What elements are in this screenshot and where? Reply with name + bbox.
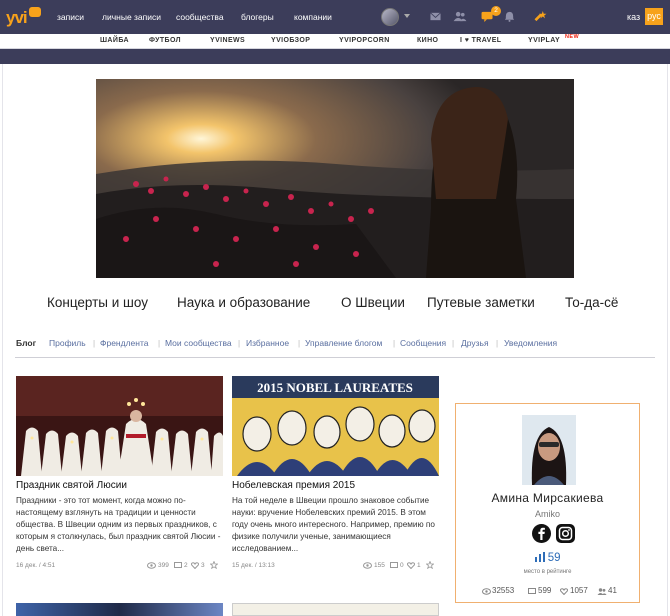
- category-travel-notes[interactable]: Путевые заметки: [427, 295, 535, 310]
- heart-icon[interactable]: [407, 562, 415, 569]
- tab-separator: |: [93, 339, 96, 348]
- category-sweden[interactable]: О Швеции: [341, 295, 405, 310]
- section-yviplay[interactable]: YVIPLAY: [528, 37, 560, 44]
- views-icon: [482, 588, 491, 595]
- rating-bars-icon: [534, 552, 545, 562]
- profile-name[interactable]: Амина Мирсакиева: [456, 491, 639, 505]
- tabs-divider: [15, 357, 655, 358]
- header-band: [0, 49, 670, 64]
- star-icon[interactable]: [426, 561, 434, 569]
- profile-posts: 599: [538, 586, 552, 595]
- tab-blog[interactable]: Блог: [16, 338, 36, 348]
- post-image-nobel[interactable]: 2015 NOBEL LAUREATES: [232, 376, 439, 476]
- tab-separator: |: [158, 339, 161, 348]
- lang-kaz[interactable]: каз: [627, 12, 640, 22]
- tab-separator: |: [452, 339, 455, 348]
- post-image-lucia[interactable]: [16, 376, 223, 476]
- top-bar: yvi записи личные записи сообщества блог…: [0, 0, 670, 34]
- tab-favorites[interactable]: Избранное: [246, 338, 289, 348]
- post-comments: 2: [184, 562, 188, 569]
- post-excerpt: Праздники - это тот момент, когда можно …: [16, 496, 221, 553]
- profile-card: Амина Мирсакиева Amiko 59 место в рейтин…: [455, 403, 640, 603]
- section-football[interactable]: ФУТБОЛ: [149, 37, 181, 44]
- comment-icon: [390, 562, 398, 568]
- views-icon: [147, 562, 156, 569]
- profile-likes: 1057: [570, 586, 588, 595]
- nobel-caption: 2015 NOBEL LAUREATES: [257, 380, 413, 395]
- post-likes: 3: [201, 562, 205, 569]
- friends-icon[interactable]: [453, 11, 467, 22]
- heart-icon: [560, 588, 568, 595]
- post-likes: 1: [417, 562, 421, 569]
- rating-block[interactable]: 59: [456, 552, 639, 564]
- rating-label: место в рейтинге: [523, 569, 572, 575]
- section-shaiba[interactable]: ШАЙБА: [100, 37, 129, 44]
- post-title[interactable]: Праздник святой Люсии: [16, 480, 127, 491]
- add-post-icon[interactable]: [533, 11, 548, 22]
- profile-views: 32553: [492, 586, 515, 595]
- comment-icon: [174, 562, 182, 568]
- tab-separator: |: [496, 339, 499, 348]
- section-nav: ШАЙБА ФУТБОЛ YVINEWS YVIОБЗОР YVIPOPCORN…: [0, 34, 670, 49]
- profile-photo[interactable]: [522, 415, 576, 485]
- chevron-down-icon[interactable]: [404, 14, 410, 19]
- tab-separator: |: [238, 339, 241, 348]
- rating-value: 59: [547, 552, 561, 564]
- views-icon: [363, 562, 372, 569]
- category-science[interactable]: Наука и образование: [177, 295, 310, 310]
- posts-icon: [528, 588, 536, 594]
- new-label: NEW: [565, 34, 580, 40]
- friends-icon: [597, 588, 607, 595]
- post-date: 15 дек. / 13:13: [232, 562, 275, 569]
- nav-companies[interactable]: компании: [294, 12, 332, 22]
- lang-rus[interactable]: рус: [645, 8, 663, 25]
- tab-my-communities[interactable]: Мои сообщества: [165, 338, 232, 348]
- profile-nickname: Amiko: [534, 509, 560, 519]
- section-kino[interactable]: КИНО: [417, 37, 438, 44]
- user-avatar[interactable]: [381, 8, 399, 26]
- profile-friends: 41: [608, 586, 617, 595]
- post-views: 155: [374, 562, 385, 569]
- nav-communities[interactable]: сообщества: [176, 12, 224, 22]
- category-concerts[interactable]: Концерты и шоу: [47, 295, 148, 310]
- tab-friendfeed[interactable]: Френдлента: [100, 338, 148, 348]
- mail-icon[interactable]: [430, 11, 441, 22]
- post-comments: 0: [400, 562, 404, 569]
- bell-icon[interactable]: [504, 11, 515, 22]
- tab-notifications[interactable]: Уведомления: [504, 338, 557, 348]
- post-image-partial[interactable]: [16, 603, 223, 616]
- post-views: 399: [158, 562, 169, 569]
- instagram-icon[interactable]: [556, 524, 575, 543]
- nav-bloggers[interactable]: блогеры: [241, 12, 274, 22]
- nav-entries[interactable]: записи: [57, 12, 84, 22]
- blog-header-image: [96, 79, 574, 278]
- yvi-logo[interactable]: yvi: [6, 7, 41, 28]
- section-yvinews[interactable]: YVINEWS: [210, 37, 245, 44]
- star-icon[interactable]: [210, 561, 218, 569]
- tab-messages[interactable]: Сообщения: [400, 338, 446, 348]
- section-yviobzor[interactable]: YVIОБЗОР: [271, 37, 310, 44]
- tab-separator: |: [298, 339, 301, 348]
- section-travel[interactable]: I ♥ TRAVEL: [460, 37, 501, 44]
- post-image-partial[interactable]: [232, 603, 439, 616]
- tab-separator: |: [393, 339, 396, 348]
- heart-icon[interactable]: [191, 562, 199, 569]
- facebook-icon[interactable]: [532, 524, 551, 543]
- tab-profile[interactable]: Профиль: [49, 338, 86, 348]
- tab-friends[interactable]: Друзья: [461, 338, 489, 348]
- post-excerpt: На той неделе в Швеции прошло знаковое с…: [232, 496, 435, 553]
- category-misc[interactable]: То-да-сё: [565, 295, 618, 310]
- notification-badge: 2: [491, 6, 501, 16]
- post-date: 16 дек. / 4:51: [16, 562, 56, 569]
- nav-personal-entries[interactable]: личные записи: [102, 12, 161, 22]
- section-yvipopcorn[interactable]: YVIPOPCORN: [339, 37, 390, 44]
- tab-blog-management[interactable]: Управление блогом: [305, 338, 382, 348]
- post-title[interactable]: Нобелевская премия 2015: [232, 480, 355, 491]
